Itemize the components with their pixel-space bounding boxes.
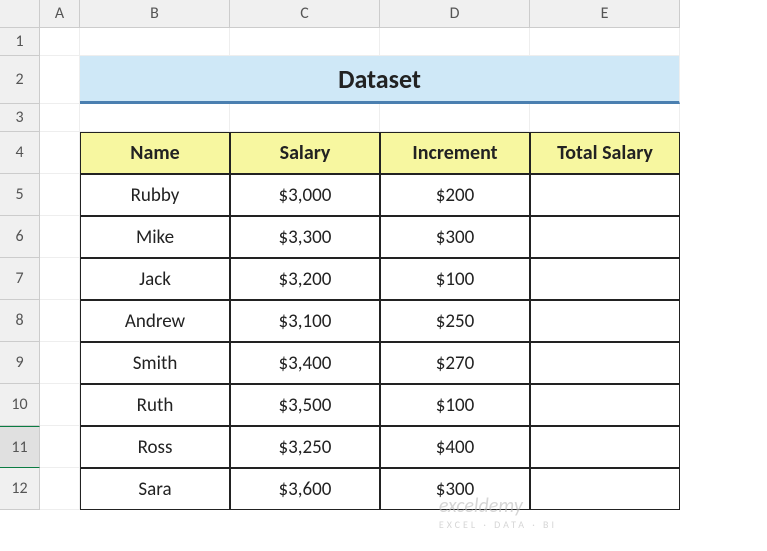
cell-a8[interactable]: [40, 300, 80, 342]
cell-a6[interactable]: [40, 216, 80, 258]
row-header-10[interactable]: 10: [0, 384, 40, 426]
header-salary[interactable]: Salary: [230, 132, 380, 174]
cell-a12[interactable]: [40, 468, 80, 510]
select-all-corner[interactable]: [0, 0, 40, 28]
table-row[interactable]: Smith: [80, 342, 230, 384]
table-row[interactable]: $3,600: [230, 468, 380, 510]
cell-a2[interactable]: [40, 56, 80, 104]
cell-e3[interactable]: [530, 104, 680, 132]
table-row[interactable]: $250: [380, 300, 530, 342]
table-row[interactable]: $270: [380, 342, 530, 384]
row-header-9[interactable]: 9: [0, 342, 40, 384]
header-name[interactable]: Name: [80, 132, 230, 174]
header-total-salary[interactable]: Total Salary: [530, 132, 680, 174]
cell-c3[interactable]: [230, 104, 380, 132]
table-row[interactable]: [530, 468, 680, 510]
table-row[interactable]: $400: [380, 426, 530, 468]
title-cell[interactable]: Dataset: [80, 56, 680, 104]
table-row[interactable]: [530, 384, 680, 426]
table-row[interactable]: $3,000: [230, 174, 380, 216]
cell-a5[interactable]: [40, 174, 80, 216]
table-row[interactable]: $3,400: [230, 342, 380, 384]
cell-b1[interactable]: [80, 28, 230, 56]
cell-c1[interactable]: [230, 28, 380, 56]
table-row[interactable]: $3,100: [230, 300, 380, 342]
table-row[interactable]: $300: [380, 468, 530, 510]
row-header-1[interactable]: 1: [0, 28, 40, 56]
spreadsheet-grid: A B C D E 1 2 Dataset 3 4 Name Salary In…: [0, 0, 767, 510]
table-row[interactable]: $100: [380, 258, 530, 300]
cell-a4[interactable]: [40, 132, 80, 174]
table-row[interactable]: $3,300: [230, 216, 380, 258]
cell-a9[interactable]: [40, 342, 80, 384]
table-row[interactable]: $3,250: [230, 426, 380, 468]
row-header-3[interactable]: 3: [0, 104, 40, 132]
table-row[interactable]: [530, 174, 680, 216]
cell-a7[interactable]: [40, 258, 80, 300]
table-row[interactable]: $3,500: [230, 384, 380, 426]
table-row[interactable]: Ruth: [80, 384, 230, 426]
table-row[interactable]: Rubby: [80, 174, 230, 216]
cell-a1[interactable]: [40, 28, 80, 56]
col-header-c[interactable]: C: [230, 0, 380, 28]
table-row[interactable]: Andrew: [80, 300, 230, 342]
row-header-12[interactable]: 12: [0, 468, 40, 510]
watermark-subtext: EXCEL · DATA · BI: [439, 518, 557, 531]
header-increment[interactable]: Increment: [380, 132, 530, 174]
table-row[interactable]: [530, 342, 680, 384]
col-header-d[interactable]: D: [380, 0, 530, 28]
row-header-8[interactable]: 8: [0, 300, 40, 342]
cell-e1[interactable]: [530, 28, 680, 56]
table-row[interactable]: $300: [380, 216, 530, 258]
table-row[interactable]: $3,200: [230, 258, 380, 300]
cell-a3[interactable]: [40, 104, 80, 132]
table-row[interactable]: Mike: [80, 216, 230, 258]
table-row[interactable]: Jack: [80, 258, 230, 300]
col-header-e[interactable]: E: [530, 0, 680, 28]
table-row[interactable]: [530, 258, 680, 300]
row-header-6[interactable]: 6: [0, 216, 40, 258]
table-row[interactable]: Sara: [80, 468, 230, 510]
row-header-2[interactable]: 2: [0, 56, 40, 104]
col-header-a[interactable]: A: [40, 0, 80, 28]
table-row[interactable]: [530, 216, 680, 258]
col-header-b[interactable]: B: [80, 0, 230, 28]
table-row[interactable]: Ross: [80, 426, 230, 468]
row-header-5[interactable]: 5: [0, 174, 40, 216]
row-header-11[interactable]: 11: [0, 426, 40, 468]
cell-a10[interactable]: [40, 384, 80, 426]
row-header-7[interactable]: 7: [0, 258, 40, 300]
cell-b3[interactable]: [80, 104, 230, 132]
row-header-4[interactable]: 4: [0, 132, 40, 174]
table-row[interactable]: $100: [380, 384, 530, 426]
table-row[interactable]: [530, 426, 680, 468]
cell-a11[interactable]: [40, 426, 80, 468]
cell-d3[interactable]: [380, 104, 530, 132]
table-row[interactable]: [530, 300, 680, 342]
cell-d1[interactable]: [380, 28, 530, 56]
table-row[interactable]: $200: [380, 174, 530, 216]
